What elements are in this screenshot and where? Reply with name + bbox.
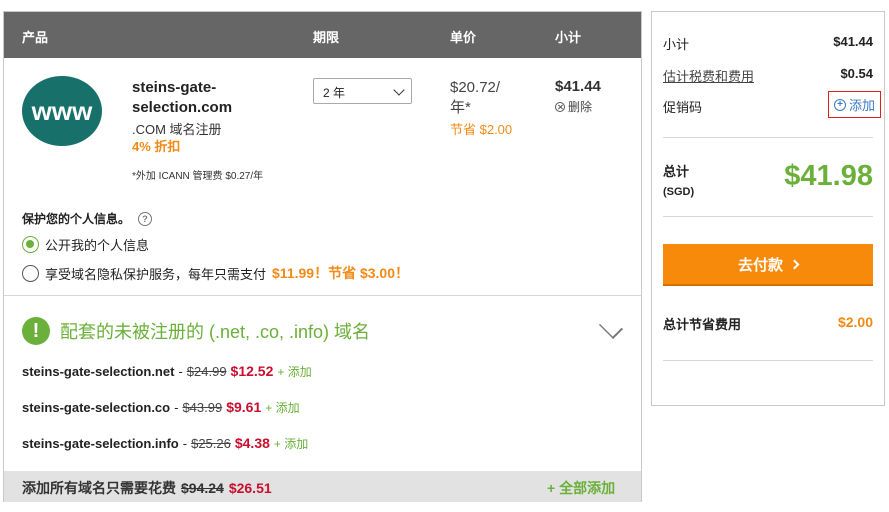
related-domain-name: steins-gate-selection.net <box>22 364 175 379</box>
unit-price-line2: 年* <box>450 99 471 116</box>
checkout-button-label: 去付款 <box>737 256 783 274</box>
related-domain-name: steins-gate-selection.co <box>22 400 171 415</box>
related-domain-old-price: $43.99 <box>182 400 223 415</box>
promo-add-label: 添加 <box>848 98 875 113</box>
related-domain-sep: - <box>182 436 188 451</box>
radio-public[interactable] <box>22 236 39 253</box>
summary-divider <box>663 216 873 217</box>
summary-subtotal-value: $41.44 <box>833 34 873 49</box>
add-all-label: 添加所有域名只需要花费 <box>22 480 176 496</box>
privacy-option-private-label: 享受域名隐私保护服务，每年只需支付 <box>45 266 267 282</box>
header-period: 期限 <box>313 30 340 45</box>
privacy-option-private[interactable]: 享受域名隐私保护服务，每年只需支付 $11.99！节省 $3.00！ <box>22 263 409 283</box>
summary-subtotal-label: 小计 <box>663 37 690 52</box>
summary-savings-value: $2.00 <box>837 314 873 330</box>
related-domain-add-button[interactable]: + 添加 <box>274 435 308 452</box>
cart-panel: 产品 期限 单价 小计 www steins-gate- selection.c… <box>3 11 642 502</box>
summary-total-label: 总计 (SGD) <box>663 162 694 202</box>
privacy-option-public-label: 公开我的个人信息 <box>45 238 150 253</box>
summary-currency: (SGD) <box>663 186 695 198</box>
header-subtotal: 小计 <box>555 30 582 45</box>
alert-icon: ! <box>22 317 50 345</box>
summary-fees-link[interactable]: 估计税费和费用 <box>663 69 754 84</box>
related-domain-add-button[interactable]: + 添加 <box>277 363 311 380</box>
related-domain-row: steins-gate-selection.net - $24.99 $12.5… <box>22 363 312 380</box>
help-icon[interactable]: ? <box>138 211 153 226</box>
add-all-new-total: $26.51 <box>228 480 272 496</box>
summary-divider <box>663 137 873 138</box>
promo-add-button[interactable]: + 添加 <box>827 91 881 118</box>
privacy-option-public[interactable]: 公开我的个人信息 <box>22 235 149 254</box>
radio-private[interactable] <box>22 264 39 282</box>
privacy-option-private-price: $11.99！节省 $3.00！ <box>272 265 409 281</box>
remove-circle-icon <box>555 101 565 112</box>
discount-badge: 4% 折扣 <box>132 139 181 154</box>
header-product: 产品 <box>22 30 49 45</box>
related-domain-new-price: $4.38 <box>234 435 270 451</box>
related-domain-row: steins-gate-selection.info - $25.26 $4.3… <box>22 435 308 452</box>
related-domains-title: 配套的未被注册的 (.net, .co, .info) 域名 <box>60 322 371 342</box>
checkout-button[interactable]: 去付款 <box>663 244 873 286</box>
summary-savings-label: 总计节省费用 <box>663 317 742 332</box>
unit-price: $20.72/ 年* <box>450 78 520 118</box>
related-domain-old-price: $25.26 <box>191 436 231 451</box>
section-divider <box>4 295 641 296</box>
plus-circle-icon: + <box>833 98 846 111</box>
summary-promo-label: 促销码 <box>663 100 703 115</box>
related-domain-sep: - <box>178 364 183 379</box>
add-all-old-total: $94.24 <box>181 480 224 496</box>
collapse-chevron-icon[interactable] <box>598 314 624 340</box>
remove-label: 删除 <box>568 100 593 114</box>
summary-subtotal-row: 小计 $41.44 <box>663 34 873 53</box>
summary-fees-value: $0.54 <box>840 66 873 81</box>
summary-total-value: $41.98 <box>784 160 873 192</box>
add-all-bar: 添加所有域名只需要花费 $94.24 $26.51 + 全部添加 <box>4 471 641 502</box>
header-unit-price: 单价 <box>450 30 477 45</box>
line-total: $41.44 <box>555 78 601 95</box>
privacy-title-text: 保护您的个人信息。 <box>22 212 131 226</box>
summary-savings-row: 总计节省费用 $2.00 <box>663 314 873 333</box>
chevron-right-icon <box>789 259 800 269</box>
add-all-button[interactable]: + 全部添加 <box>547 478 615 498</box>
domain-name-line1: steins-gate- <box>132 79 217 96</box>
summary-total-text: 总计 <box>663 164 690 179</box>
remove-button[interactable]: 删除 <box>555 98 592 115</box>
related-domains-header[interactable]: ! 配套的未被注册的 (.net, .co, .info) 域名 <box>22 317 370 345</box>
chevron-down-icon <box>393 84 405 96</box>
related-domain-row: steins-gate-selection.co - $43.99 $9.61 … <box>22 399 300 416</box>
summary-divider <box>663 360 873 361</box>
summary-promo-row: 促销码 + 添加 <box>663 91 881 118</box>
unit-savings: 节省 $2.00 <box>450 122 513 137</box>
cart-table-header: 产品 期限 单价 小计 <box>4 12 641 58</box>
icann-fee-note: *外加 ICANN 管理费 $0.27/年 <box>132 171 264 182</box>
related-domain-sep: - <box>174 400 179 415</box>
domain-name: steins-gate- selection.com <box>132 78 262 118</box>
related-domain-new-price: $12.52 <box>230 363 274 379</box>
domain-name-line2: selection.com <box>132 99 233 116</box>
period-select-value: 2 年 <box>323 86 346 100</box>
add-all-text: 添加所有域名只需要花费 $94.24 $26.51 <box>22 478 272 498</box>
summary-fees-row: 估计税费和费用 $0.54 <box>663 66 873 85</box>
order-summary: 小计 $41.44 估计税费和费用 $0.54 促销码 + 添加 总计 (SGD… <box>651 11 885 406</box>
related-domain-old-price: $24.99 <box>186 364 227 379</box>
related-domain-new-price: $9.61 <box>226 399 262 415</box>
privacy-title: 保护您的个人信息。 ? <box>22 210 153 227</box>
unit-price-line1: $20.72/ <box>450 79 501 96</box>
www-logo-icon: www <box>22 76 102 146</box>
related-domain-add-button[interactable]: + 添加 <box>265 399 299 416</box>
related-domain-name: steins-gate-selection.info <box>22 436 179 451</box>
period-select[interactable]: 2 年 <box>313 78 412 104</box>
